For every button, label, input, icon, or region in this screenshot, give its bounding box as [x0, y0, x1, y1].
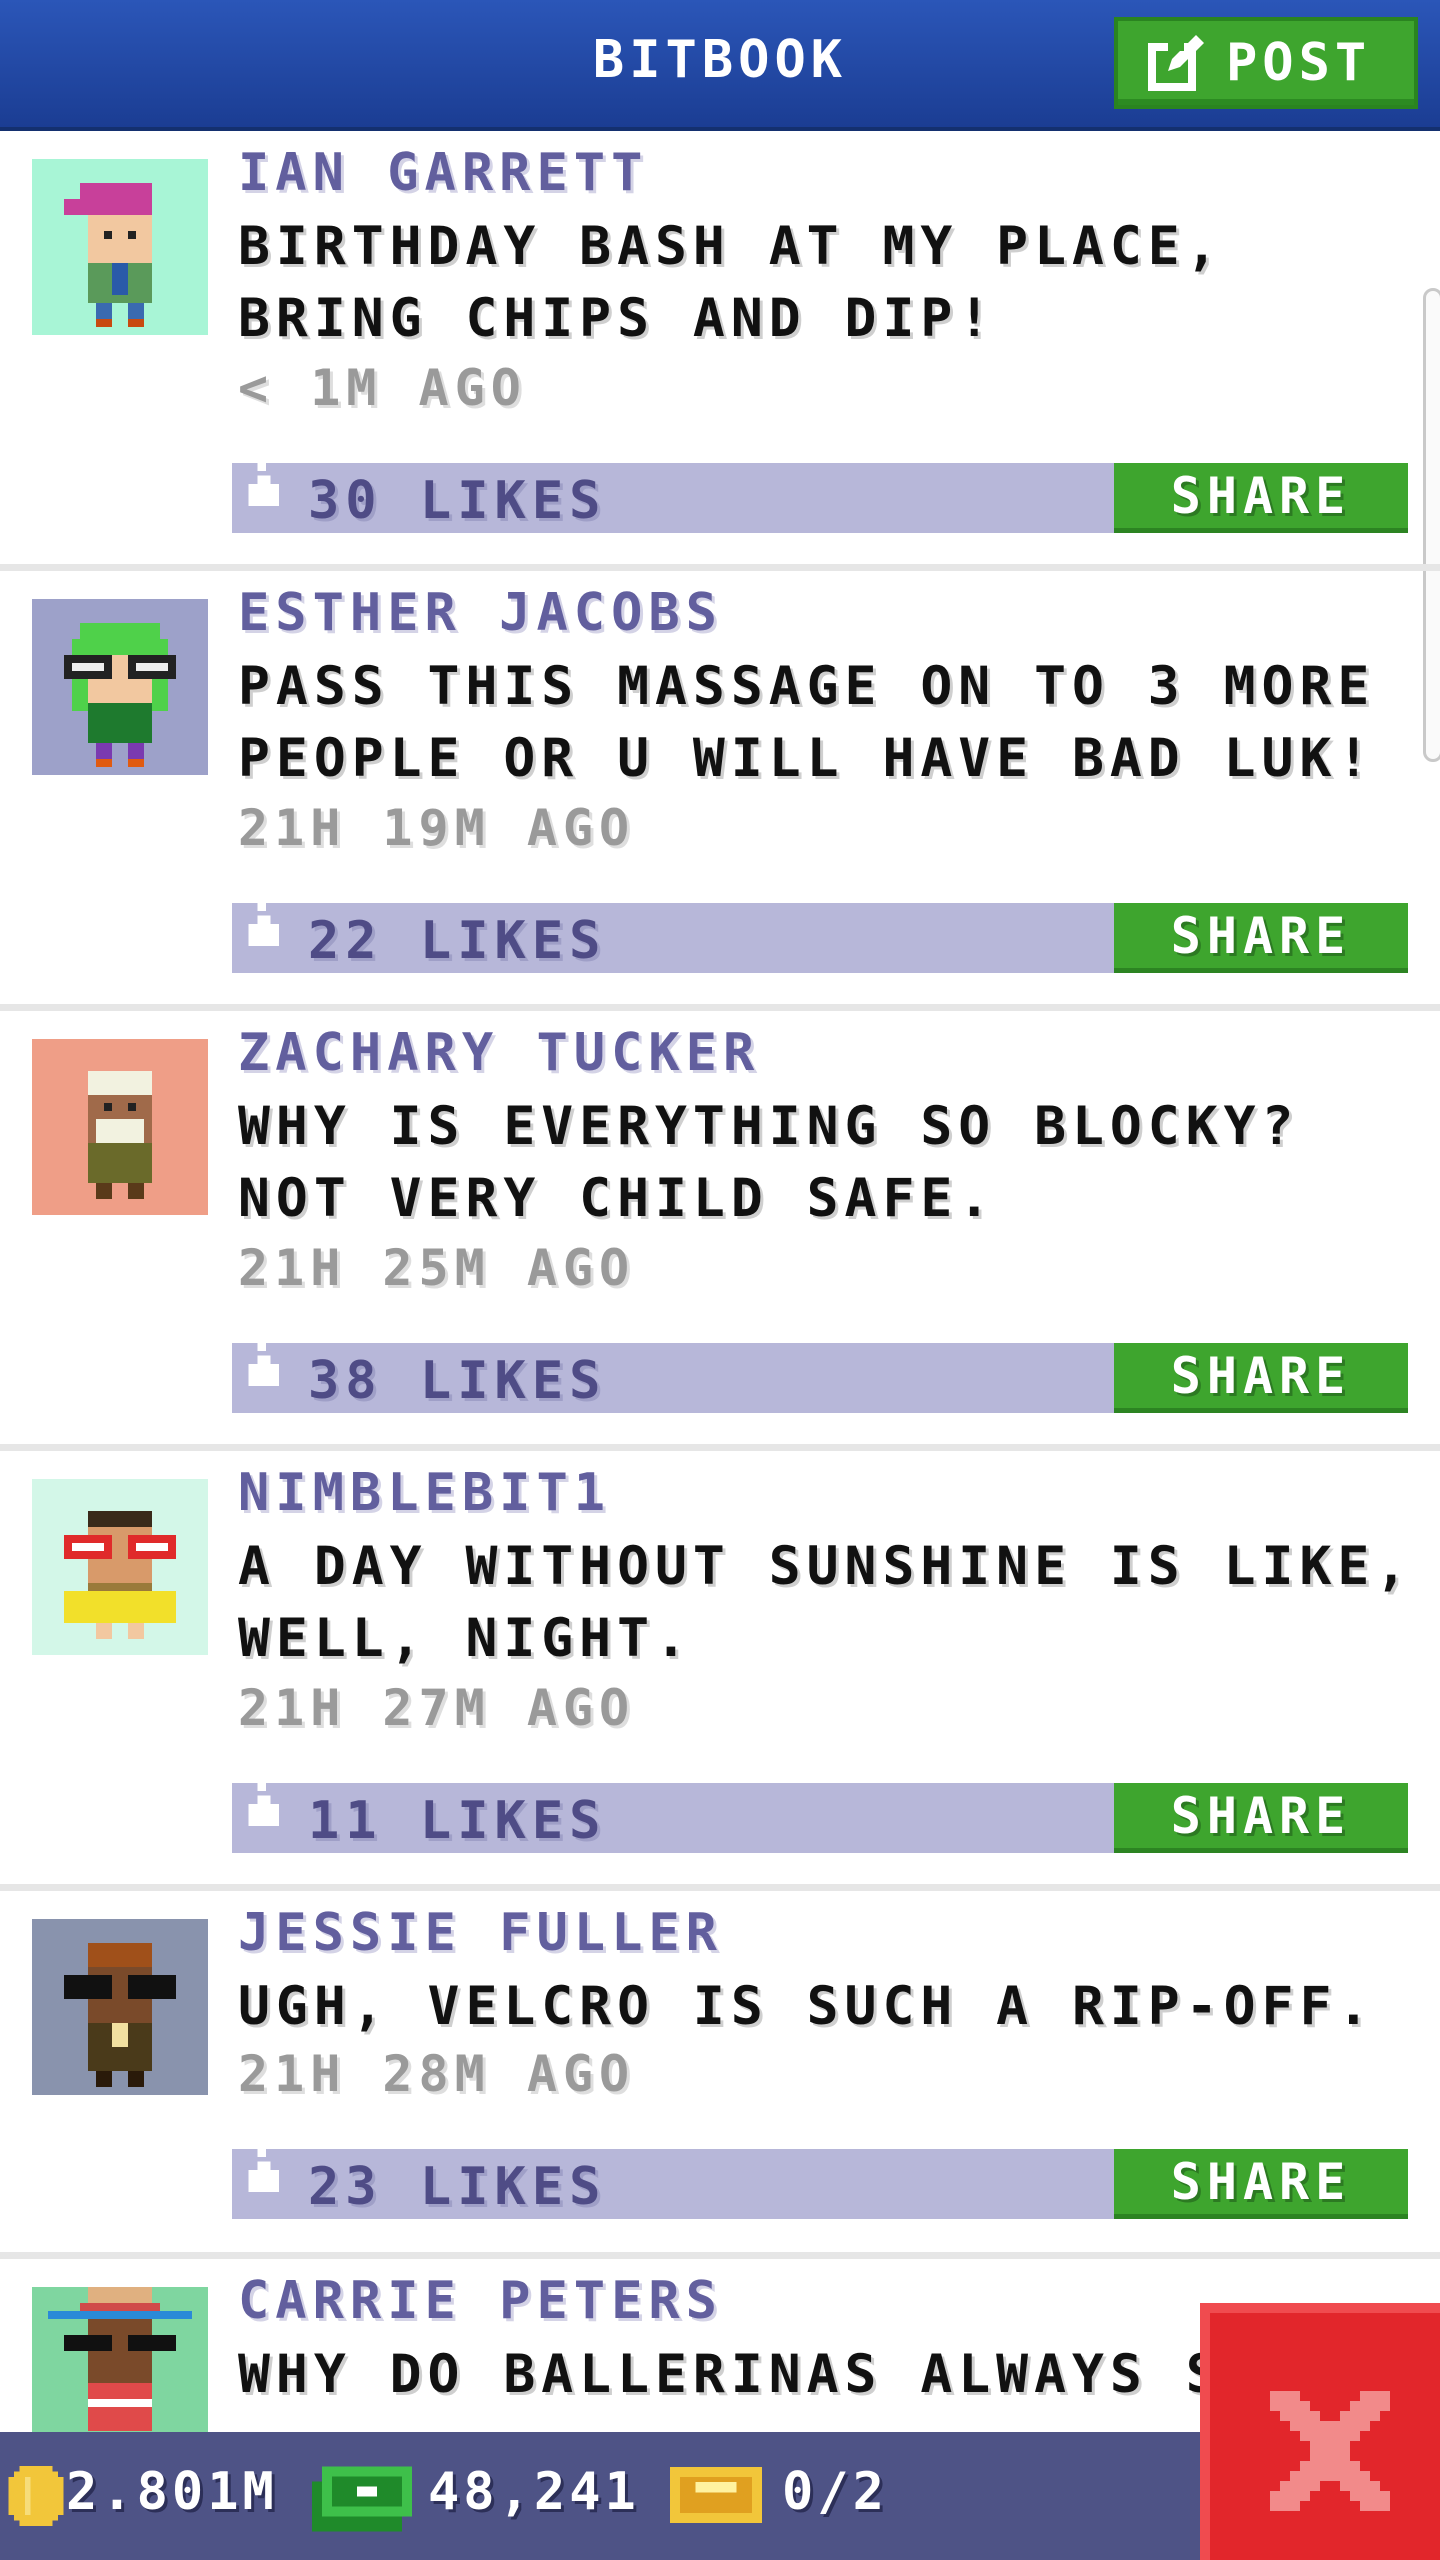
likes-bar: 30 LIKES SHARE	[232, 449, 1408, 533]
header-bar: BITBOOK POST	[0, 0, 1440, 131]
golden-ticket-icon	[670, 2466, 762, 2524]
likes-count: 30 LIKES	[308, 471, 607, 531]
avatar	[32, 1919, 208, 2095]
divider	[0, 1004, 1440, 1011]
post-button-label: POST	[1226, 33, 1372, 93]
share-button[interactable]: SHARE	[1114, 1783, 1408, 1853]
post-author[interactable]: NIMBLEBIT1	[238, 1463, 611, 1523]
divider	[0, 564, 1440, 571]
post-timestamp: 21H 28M AGO	[238, 2045, 636, 2103]
post-author[interactable]: JESSIE FULLER	[238, 1903, 723, 1963]
compose-icon	[1148, 35, 1204, 91]
feed-post: JESSIE FULLER UGH, VELCRO IS SUCH A RIP-…	[0, 1891, 1440, 2259]
divider	[0, 1884, 1440, 1891]
likes-bar: 11 LIKES SHARE	[232, 1769, 1408, 1853]
thumbs-up-icon	[248, 1769, 280, 1826]
thumbs-up-icon	[248, 889, 280, 946]
coins-count: 2.801M	[66, 2462, 278, 2522]
likes-bar: 23 LIKES SHARE	[232, 2135, 1408, 2219]
feed-post: IAN GARRETT BIRTHDAY BASH AT MY PLACE, B…	[0, 131, 1440, 571]
post-author[interactable]: CARRIE PETERS	[238, 2271, 723, 2331]
likes-bar: 38 LIKES SHARE	[232, 1329, 1408, 1413]
coin-icon	[8, 2466, 64, 2526]
likes-count: 11 LIKES	[308, 1791, 607, 1851]
avatar	[32, 599, 208, 775]
share-button[interactable]: SHARE	[1114, 903, 1408, 973]
post-message: PASS THIS MASSAGE ON TO 3 MORE PEOPLE OR…	[238, 656, 1376, 789]
thumbs-up-icon	[248, 2135, 280, 2192]
post-message: A DAY WITHOUT SUNSHINE IS LIKE, WELL, NI…	[238, 1536, 1414, 1669]
close-icon	[1270, 2391, 1390, 2511]
likes-count: 22 LIKES	[308, 911, 607, 971]
avatar	[32, 1039, 208, 1215]
post-author[interactable]: IAN GARRETT	[238, 143, 648, 203]
post-author[interactable]: ESTHER JACOBS	[238, 583, 723, 643]
share-button[interactable]: SHARE	[1114, 2149, 1408, 2219]
post-timestamp: 21H 19M AGO	[238, 799, 636, 857]
post-timestamp: 21H 27M AGO	[238, 1679, 636, 1737]
tickets-count: 0/2	[782, 2462, 888, 2522]
likes-bar: 22 LIKES SHARE	[232, 889, 1408, 973]
feed-post: NIMBLEBIT1 A DAY WITHOUT SUNSHINE IS LIK…	[0, 1451, 1440, 1891]
post-message: WHY IS EVERYTHING SO BLOCKY? NOT VERY CH…	[238, 1096, 1300, 1229]
post-timestamp: 21H 25M AGO	[238, 1239, 636, 1297]
likes-count: 38 LIKES	[308, 1351, 607, 1411]
feed-post: ESTHER JACOBS PASS THIS MASSAGE ON TO 3 …	[0, 571, 1440, 1011]
post-message: UGH, VELCRO IS SUCH A RIP-OFF.	[238, 1976, 1376, 2037]
feed-post: ZACHARY TUCKER WHY IS EVERYTHING SO BLOC…	[0, 1011, 1440, 1451]
share-button[interactable]: SHARE	[1114, 1343, 1408, 1413]
divider	[0, 1444, 1440, 1451]
post-message: BIRTHDAY BASH AT MY PLACE, BRING CHIPS A…	[238, 216, 1224, 349]
likes-count: 23 LIKES	[308, 2157, 607, 2217]
avatar	[32, 159, 208, 335]
post-author[interactable]: ZACHARY TUCKER	[238, 1023, 760, 1083]
thumbs-up-icon	[248, 449, 280, 506]
share-button[interactable]: SHARE	[1114, 463, 1408, 533]
bux-icon	[312, 2466, 412, 2532]
avatar	[32, 1479, 208, 1655]
post-button[interactable]: POST	[1114, 17, 1418, 109]
divider	[0, 2252, 1440, 2259]
thumbs-up-icon	[248, 1329, 280, 1386]
avatar	[32, 2287, 208, 2432]
close-button[interactable]	[1200, 2303, 1440, 2560]
post-timestamp: < 1M AGO	[238, 359, 527, 417]
bux-count: 48,241	[428, 2462, 640, 2522]
